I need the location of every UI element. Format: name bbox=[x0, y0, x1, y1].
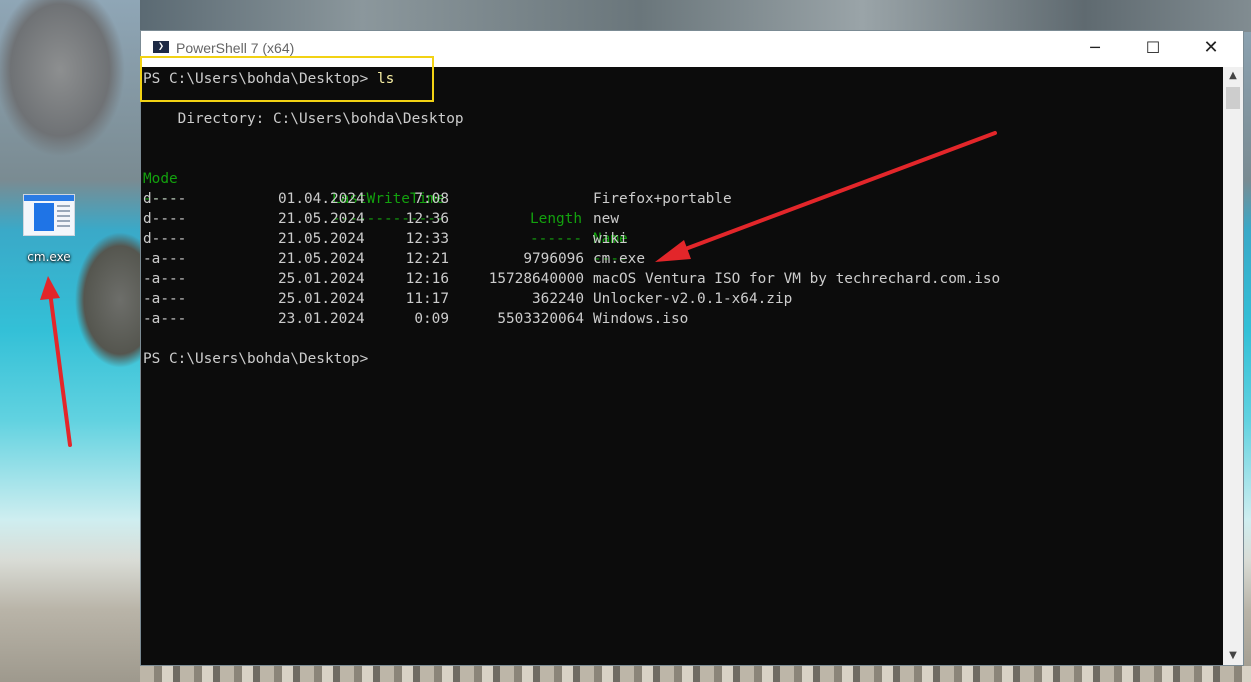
arrow-to-desktop-icon bbox=[40, 276, 72, 447]
arrow-to-cm-exe bbox=[655, 131, 997, 262]
annotation-arrows bbox=[40, 131, 997, 447]
